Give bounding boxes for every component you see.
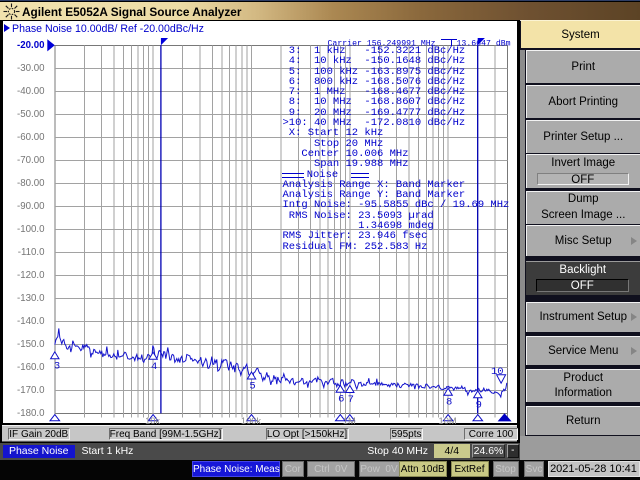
svg-text:3: 3 [53, 360, 59, 372]
svg-text:5: 5 [249, 381, 255, 393]
svg-text:6: 6 [338, 394, 344, 406]
svg-text:8: 8 [445, 397, 451, 409]
svg-text:10: 10 [490, 366, 503, 378]
svg-text:9: 9 [475, 399, 481, 411]
svg-text:4: 4 [150, 361, 156, 373]
svg-text:7: 7 [347, 394, 353, 406]
